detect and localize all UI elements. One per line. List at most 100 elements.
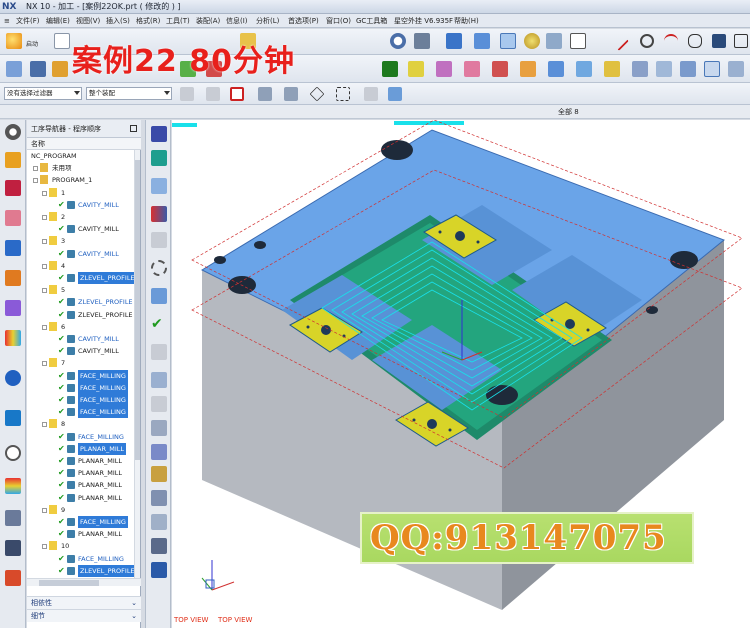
menu-gc-toolbox[interactable]: GC工具箱 <box>356 14 387 28</box>
create-operation-icon[interactable] <box>151 126 167 142</box>
wireframe-icon[interactable] <box>500 33 516 49</box>
subtract-icon[interactable] <box>492 61 508 77</box>
expand-icon[interactable] <box>33 166 38 172</box>
program-group-item[interactable]: 5 <box>27 284 135 296</box>
menu-edit[interactable]: 编辑(E) <box>46 14 70 28</box>
create-geometry-icon[interactable] <box>151 150 167 166</box>
extrude-icon[interactable] <box>548 61 564 77</box>
deselect-icon[interactable] <box>206 87 220 101</box>
operation-item[interactable]: ✔ FACE_MILLING <box>27 406 135 419</box>
expand-icon[interactable] <box>42 361 47 367</box>
view-icon[interactable] <box>364 87 378 101</box>
expand-icon[interactable] <box>42 507 47 513</box>
operation-item[interactable]: ✔ ZLEVEL_PROFILE <box>27 272 135 284</box>
revolve-icon[interactable] <box>576 61 592 77</box>
operation-item[interactable]: ✔ CAVITY_MILL <box>27 199 135 211</box>
operation-item[interactable]: ✔ FACE_MILLING <box>27 553 135 565</box>
sphere-icon[interactable] <box>524 33 540 49</box>
new-icon[interactable] <box>54 33 70 49</box>
name-icon[interactable] <box>151 288 167 304</box>
paste-icon[interactable] <box>151 420 167 436</box>
pocket-icon[interactable] <box>656 61 672 77</box>
boss-icon[interactable] <box>632 61 648 77</box>
tree-item[interactable]: PROGRAM_1 <box>27 174 135 186</box>
menu-preferences[interactable]: 首选项(P) <box>288 14 319 28</box>
start-icon[interactable] <box>6 33 22 49</box>
menu-info[interactable]: 信息(I) <box>226 14 248 28</box>
gear-icon[interactable] <box>5 124 21 140</box>
program-group-item[interactable]: 2 <box>27 211 135 223</box>
mid-point-icon[interactable] <box>284 87 298 101</box>
operation-item[interactable]: ✔ CAVITY_MILL <box>27 345 135 357</box>
operation-item[interactable]: ✔ CAVITY_MILL <box>27 248 135 260</box>
vertical-scrollbar[interactable] <box>134 150 140 578</box>
operation-item[interactable]: ✔ CAVITY_MILL <box>27 333 135 345</box>
operation-item[interactable]: ✔ PLANAR_MILL <box>27 455 135 467</box>
operation-navigator-icon[interactable] <box>6 61 22 77</box>
roles-icon[interactable] <box>5 510 21 526</box>
menu-file[interactable]: 文件(F) <box>16 14 40 28</box>
expand-icon[interactable] <box>42 544 47 550</box>
spline-icon[interactable] <box>688 34 702 48</box>
zoom-icon[interactable] <box>390 33 406 49</box>
menu-assembly[interactable]: 装配(A) <box>196 14 220 28</box>
menu-format[interactable]: 格式(R) <box>136 14 160 28</box>
program-group-item[interactable]: 10 <box>27 540 135 552</box>
post-icon[interactable] <box>151 538 167 554</box>
line-icon[interactable] <box>609 31 629 51</box>
menu-view[interactable]: 视图(V) <box>76 14 100 28</box>
object-icon[interactable] <box>151 490 167 506</box>
layer-icon[interactable] <box>546 33 562 49</box>
create-tool-icon[interactable] <box>52 61 68 77</box>
operation-item[interactable]: ✔ PLANAR_MILL <box>27 492 135 504</box>
expand-icon[interactable] <box>42 263 47 269</box>
reuse-library-icon[interactable] <box>5 240 21 256</box>
operation-item[interactable]: ✔ PLANAR_MILL <box>27 528 135 540</box>
workpiece-icon[interactable] <box>408 61 424 77</box>
history-icon[interactable] <box>5 330 21 346</box>
operation-item[interactable]: ✔ PLANAR_MILL <box>27 442 135 455</box>
operation-item[interactable]: ✔ FACE_MILLING <box>27 394 135 406</box>
expand-icon[interactable] <box>42 239 47 245</box>
orient-icon[interactable] <box>388 87 402 101</box>
machine-tool-icon[interactable] <box>5 540 21 556</box>
menu-window[interactable]: 窗口(O) <box>326 14 351 28</box>
program-group-item[interactable]: 7 <box>27 357 135 369</box>
maximize-icon[interactable] <box>130 125 137 132</box>
edit-object-icon[interactable] <box>151 344 167 360</box>
circle-icon[interactable] <box>640 34 654 48</box>
blend-icon[interactable] <box>680 61 696 77</box>
cube-icon[interactable] <box>474 33 490 49</box>
operation-item[interactable]: ✔ FACE_MILLING <box>27 369 135 382</box>
shaded-cube-icon[interactable] <box>446 33 462 49</box>
menu-icon[interactable]: ≡ <box>4 14 10 28</box>
menu-analysis[interactable]: 分析(L) <box>256 14 279 28</box>
dependencies-panel[interactable]: 相依性 ⌄ <box>27 596 141 609</box>
operation-item[interactable]: ✔ FACE_MILLING <box>27 431 135 443</box>
process-studio-icon[interactable] <box>5 410 21 426</box>
tree-item[interactable]: NC_PROGRAM <box>27 150 135 162</box>
operation-item[interactable]: ✔ FACE_MILLING <box>27 381 135 394</box>
output-icon[interactable] <box>151 562 167 578</box>
assembly-navigator-icon[interactable] <box>5 152 21 168</box>
hd3d-tools-icon[interactable] <box>5 270 21 286</box>
copy-icon[interactable] <box>151 396 167 412</box>
program-group-item[interactable]: 9 <box>27 504 135 516</box>
assembly-filter-dropdown[interactable]: 整个装配 <box>86 87 172 100</box>
postprocess-icon[interactable] <box>382 61 398 77</box>
palette-icon[interactable] <box>5 570 21 586</box>
menu-help[interactable]: 帮助(H) <box>454 14 479 28</box>
list-path-icon[interactable] <box>151 260 167 276</box>
snap-point-icon[interactable] <box>230 87 244 101</box>
chamfer-icon[interactable] <box>704 61 720 77</box>
cut-icon[interactable] <box>151 372 167 388</box>
program-group-item[interactable]: 3 <box>27 235 135 247</box>
delete-icon[interactable] <box>151 444 167 460</box>
operation-item[interactable]: ✔ CAVITY_MILL <box>27 223 135 235</box>
control-point-icon[interactable] <box>309 86 325 102</box>
operation-item[interactable]: ✔ ZLEVEL_PROFILE <box>27 309 135 321</box>
program-group-item[interactable]: 6 <box>27 321 135 333</box>
shell-icon[interactable] <box>728 61 744 77</box>
manufacturing-wizard-icon[interactable] <box>5 478 21 494</box>
clock-icon[interactable] <box>5 445 21 461</box>
